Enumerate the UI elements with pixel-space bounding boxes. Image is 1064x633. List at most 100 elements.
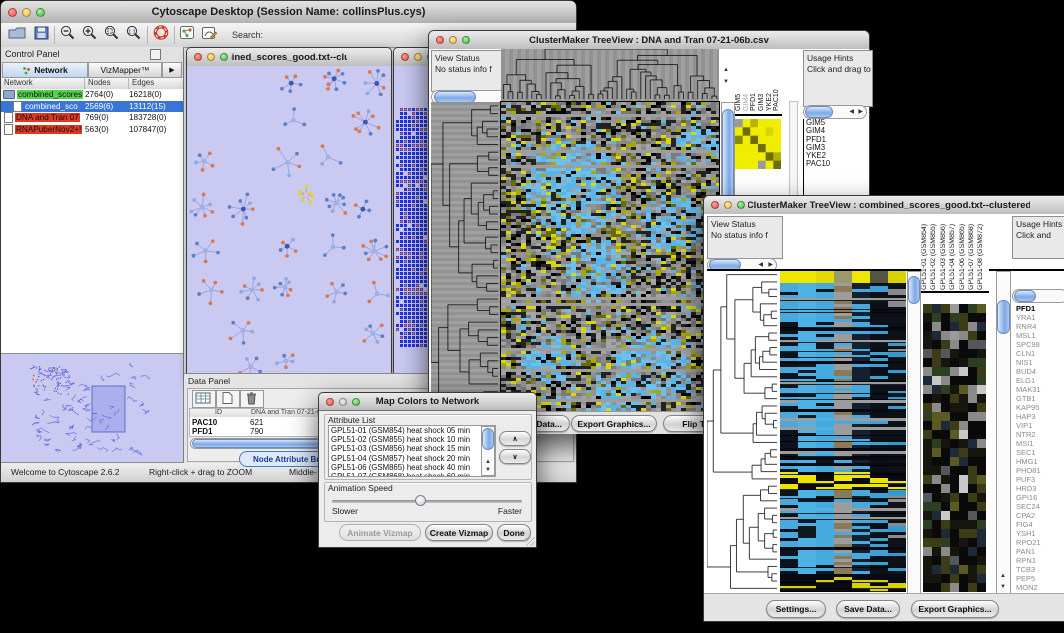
gene-label[interactable]: PFD1 [1014,304,1064,313]
treeview1-title-bar[interactable]: ClusterMaker TreeView : DNA and Tran 07-… [429,31,869,50]
move-up-button[interactable]: ∧ [499,431,531,446]
gene-label[interactable]: HMG1 [1014,457,1064,466]
treeview1-row-dendrogram[interactable] [431,102,501,411]
treeview1-heatmap[interactable] [501,102,719,411]
gene-label[interactable]: SPC98 [1014,340,1064,349]
close-button[interactable] [326,398,334,406]
gene-label[interactable]: YRA1 [1014,313,1064,322]
close-button[interactable] [401,53,409,61]
gene-label[interactable]: RPN1 [1014,556,1064,565]
save-icon[interactable] [33,25,50,46]
gene-label[interactable]: RPO21 [1014,538,1064,547]
treeview1-label-hscrollbar[interactable]: ◀ ▶ [803,105,867,119]
gene-label[interactable]: HRD3 [1014,484,1064,493]
treeview2-heatmap[interactable] [780,271,906,592]
export-graphics-button[interactable]: Export Graphics... [911,600,999,618]
gene-label[interactable]: GTB1 [1014,394,1064,403]
attribute-item[interactable]: GPL51-01 (GSM854) heat shock 05 min [329,426,495,435]
gene-label[interactable]: BUD4 [1014,367,1064,376]
table-row-value[interactable]: 790 [250,427,263,436]
treeview1-column-dendrogram[interactable] [501,49,719,102]
zoom-button[interactable] [36,8,45,17]
zoom-button[interactable] [737,201,745,209]
scroll-right-icon[interactable]: ▶ [858,109,863,115]
gene-label[interactable]: RNR4 [1014,322,1064,331]
help-icon[interactable] [152,24,170,46]
header-nodes[interactable]: Nodes [85,78,129,89]
zoom-button[interactable] [462,36,470,44]
gene-label[interactable]: ELG1 [1014,376,1064,385]
gene-label[interactable]: KAP95 [1014,403,1064,412]
open-folder-icon[interactable] [7,25,27,46]
speed-slider-track[interactable] [332,500,522,503]
gene-label[interactable]: MSI1 [1014,439,1064,448]
delete-attribute-icon[interactable] [240,390,264,408]
gene-label[interactable]: YSH1 [1014,529,1064,538]
network-list-row[interactable]: combined_scores2764(0)16218(0) [1,89,183,101]
gene-label[interactable]: PUF3 [1014,475,1064,484]
treeview1-mini-heatmap[interactable] [735,119,781,169]
gene-label[interactable]: MSL1 [1014,331,1064,340]
scroll-down-icon[interactable]: ▼ [723,79,729,85]
treeview2-row-dendrogram[interactable] [707,271,780,592]
network-list-row[interactable]: combined_sco2569(6)13112(15) [1,101,183,113]
export-graphics-button[interactable]: Export Graphics... [571,415,657,432]
scroll-left-icon[interactable]: ◀ [758,262,763,268]
scroll-left-icon[interactable]: ◀ [849,109,854,115]
close-button[interactable] [194,53,202,61]
zoom-button[interactable] [352,398,360,406]
gene-label[interactable]: PHO81 [1014,466,1064,475]
gene-label[interactable]: CPA2 [1014,511,1064,520]
treeview2-detail-heatmap[interactable] [923,304,986,592]
zoom-selected-icon[interactable] [103,24,121,46]
settings-button[interactable]: Settings... [766,600,826,618]
minimize-button[interactable] [207,53,215,61]
create-vizmap-button[interactable]: Create Vizmap [425,524,493,541]
minimize-button[interactable] [339,398,347,406]
network-overview-panel[interactable] [1,353,183,463]
treeview2-label-hscrollbar[interactable] [1012,289,1064,303]
treeview2-title-bar[interactable]: ClusterMaker TreeView : combined_scores_… [704,196,1064,215]
table-row-value[interactable]: 621 [250,418,263,427]
treeview2-vscrollbar[interactable] [907,271,921,594]
resize-grip[interactable] [526,537,535,546]
zoom-in-icon[interactable] [81,24,99,46]
gene-label[interactable]: MON2 [1014,583,1064,592]
attribute-item[interactable]: GPL51-07 (GSM868) heat shock 60 min [329,472,495,477]
row-label[interactable]: PAC10 [804,160,866,168]
network-annotation-icon[interactable] [179,25,196,46]
gene-label[interactable]: VIP1 [1014,421,1064,430]
zoom-fit-icon[interactable]: 1:1 [125,24,143,46]
gene-label[interactable]: GPI16 [1014,493,1064,502]
scroll-up-icon[interactable]: ▲ [485,459,491,465]
dialog-title-bar[interactable]: Map Colors to Network [319,393,536,411]
gene-label[interactable]: NTR2 [1014,430,1064,439]
network-list-row[interactable]: DNA and Tran 07769(0)183728(0) [1,112,183,124]
header-network[interactable]: Network [1,78,85,89]
minimize-button[interactable] [414,53,422,61]
scroll-right-icon[interactable]: ▶ [768,262,773,268]
attribute-item[interactable]: GPL51-04 (GSM857) heat shock 20 min [329,454,495,463]
gene-label[interactable]: PEP5 [1014,574,1064,583]
gene-label[interactable]: MAK31 [1014,385,1064,394]
gene-label[interactable]: NIS1 [1014,358,1064,367]
scroll-down-icon[interactable]: ▼ [1000,584,1006,590]
scroll-up-icon[interactable]: ▲ [723,67,729,73]
treeview2-gene-vscrollbar[interactable]: ▲ ▼ [996,271,1011,594]
move-down-button[interactable]: ∨ [499,449,531,464]
tab-overflow-arrow[interactable]: ▶ [162,62,182,78]
attribute-list-vscrollbar[interactable]: ▲ ▼ [481,426,495,476]
attribute-item[interactable]: GPL51-03 (GSM856) heat shock 15 min [329,444,495,453]
gene-label[interactable]: FIG4 [1014,520,1064,529]
attribute-table-icon[interactable] [192,390,216,408]
gene-label[interactable]: HAP3 [1014,412,1064,421]
zoom-out-icon[interactable] [59,24,77,46]
table-row-id[interactable]: PFD1 [192,427,212,436]
header-edges[interactable]: Edges [129,78,183,89]
animate-vizmap-button[interactable]: Animate Vizmap [339,524,421,541]
close-button[interactable] [711,201,719,209]
scroll-up-icon[interactable]: ▲ [1000,573,1006,579]
column-header-id[interactable]: ID [190,409,248,417]
zoom-button[interactable] [220,53,228,61]
main-title-bar[interactable]: Cytoscape Desktop (Session Name: collins… [1,1,576,24]
